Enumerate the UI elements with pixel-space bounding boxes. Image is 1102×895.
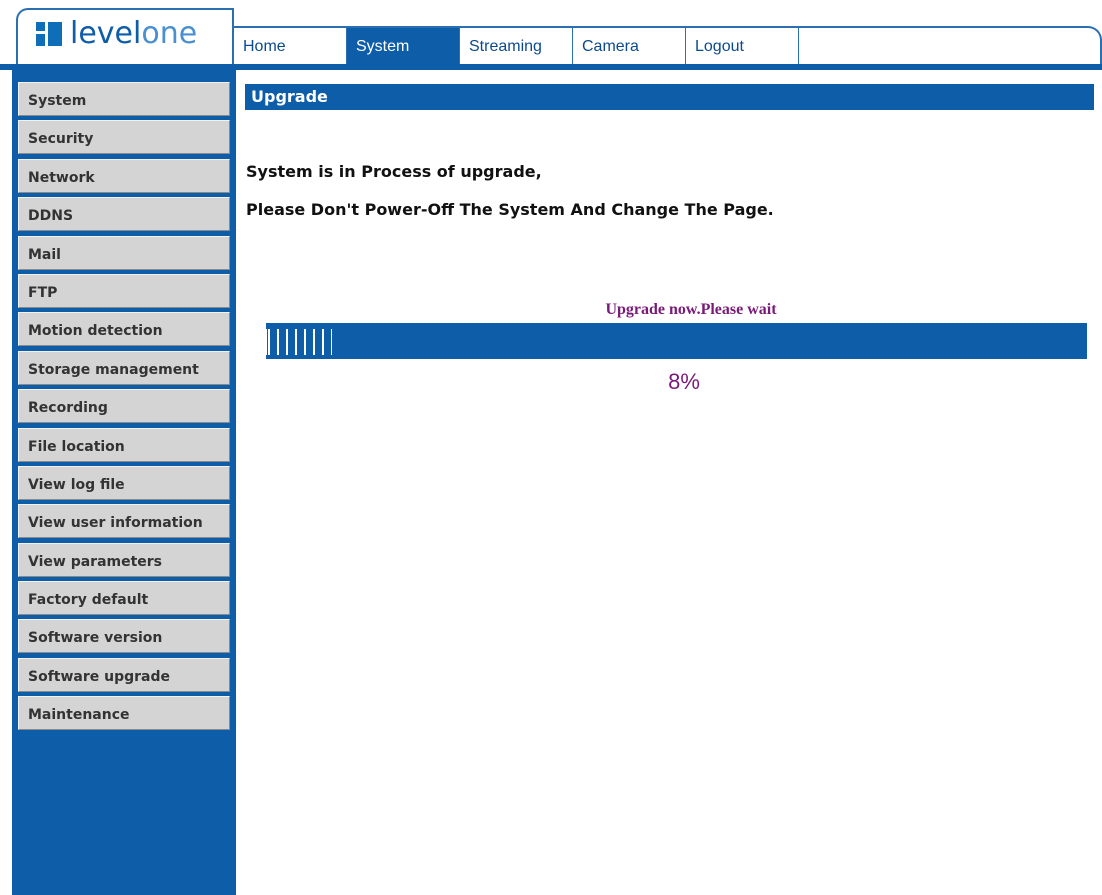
section-title: Upgrade [245, 84, 1094, 110]
upgrade-progress-percent: 8% [668, 369, 700, 394]
top-nav-tabs: Home System Streaming Camera Logout [234, 28, 799, 64]
sidebar-item-network[interactable]: Network [18, 158, 230, 193]
sidebar-item-ddns[interactable]: DDNS [18, 197, 230, 232]
sidebar-item-label: Factory default [28, 592, 149, 609]
logo-light-text: one [141, 16, 198, 51]
logo-area: levelone [16, 8, 234, 64]
sidebar-item-system[interactable]: System [18, 82, 230, 116]
sidebar-item-label: Storage management [28, 361, 199, 378]
sidebar-item-label: Network [28, 169, 95, 186]
sidebar-item-storage-management[interactable]: Storage management [18, 350, 230, 385]
sidebar-menu: System Security Network DDNS Mail FTP Mo… [18, 82, 230, 735]
sidebar: System Security Network DDNS Mail FTP Mo… [12, 70, 236, 895]
tab-system[interactable]: System [347, 28, 460, 64]
sidebar-item-label: Recording [28, 400, 108, 417]
sidebar-item-maintenance[interactable]: Maintenance [18, 696, 230, 731]
upgrade-message-line1: System is in Process of upgrade, [246, 162, 542, 181]
header: levelone Home System Streaming Camera Lo… [0, 0, 1102, 70]
sidebar-item-factory-default[interactable]: Factory default [18, 581, 230, 616]
logo-bold-text: level [70, 16, 142, 51]
sidebar-item-security[interactable]: Security [18, 120, 230, 155]
upgrade-status-text: Upgrade now.Please wait [605, 301, 777, 318]
sidebar-item-label: DDNS [28, 208, 74, 225]
sidebar-item-label: File location [28, 438, 125, 455]
upgrade-progress-bar [266, 323, 1087, 359]
tab-logout[interactable]: Logout [686, 28, 799, 64]
sidebar-item-view-user-information[interactable]: View user information [18, 504, 230, 539]
upgrade-message-line2: Please Don't Power-Off The System And Ch… [246, 200, 774, 219]
sidebar-item-software-upgrade[interactable]: Software upgrade [18, 657, 230, 692]
tab-streaming[interactable]: Streaming [460, 28, 573, 64]
sidebar-item-view-parameters[interactable]: View parameters [18, 542, 230, 577]
sidebar-item-label: Motion detection [28, 323, 163, 340]
main-content: Upgrade System is in Process of upgrade,… [236, 70, 1102, 895]
sidebar-item-label: View user information [28, 515, 203, 532]
tab-home[interactable]: Home [234, 28, 347, 64]
levelone-logo-icon [36, 22, 62, 46]
tab-camera[interactable]: Camera [573, 28, 686, 64]
sidebar-item-label: FTP [28, 284, 58, 301]
sidebar-item-mail[interactable]: Mail [18, 235, 230, 270]
sidebar-item-label: View log file [28, 476, 125, 493]
upgrade-progress-fill [266, 329, 332, 355]
sidebar-item-ftp[interactable]: FTP [18, 273, 230, 308]
sidebar-item-label: System [28, 93, 87, 109]
sidebar-item-software-version[interactable]: Software version [18, 619, 230, 654]
sidebar-item-label: View parameters [28, 553, 163, 570]
sidebar-item-motion-detection[interactable]: Motion detection [18, 312, 230, 347]
sidebar-item-label: Maintenance [28, 707, 130, 724]
brand-logo: levelone [70, 16, 197, 51]
sidebar-item-label: Security [28, 131, 94, 148]
sidebar-item-label: Software upgrade [28, 668, 171, 685]
sidebar-item-label: Mail [28, 246, 61, 263]
sidebar-item-label: Software version [28, 630, 163, 647]
sidebar-item-recording[interactable]: Recording [18, 389, 230, 424]
sidebar-item-file-location[interactable]: File location [18, 427, 230, 462]
sidebar-item-view-log-file[interactable]: View log file [18, 465, 230, 500]
